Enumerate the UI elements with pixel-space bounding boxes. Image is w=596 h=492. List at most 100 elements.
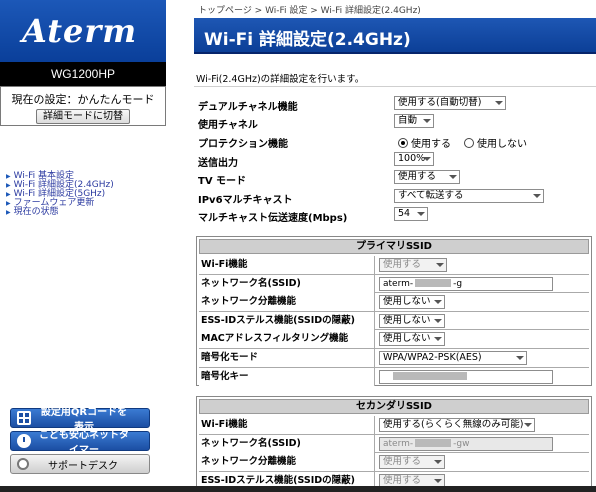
row-value: 使用する — [376, 256, 589, 274]
primary-wifi-select: 使用する — [379, 258, 447, 272]
sidebar-nav: ▶ Wi-Fi 基本設定 ▶ Wi-Fi 詳細設定(2.4GHz) ▶ Wi-Fi 詳… — [6, 172, 114, 217]
model-name: WG1200HP — [0, 62, 166, 86]
multicast-rate-select[interactable]: 54 — [394, 207, 428, 221]
router-settings-page: Aterm WG1200HP 現在の設定：かんたんモード 詳細モードに切替 ▶ W… — [0, 0, 596, 492]
primary-key-input[interactable] — [379, 369, 553, 384]
chevron-down-icon — [449, 175, 457, 179]
chevron-down-icon — [495, 101, 503, 105]
nav-label: 現在の状態 — [13, 207, 59, 217]
timer-icon — [17, 434, 31, 448]
table-row: ネットワーク名(SSID) aterm- -gw — [199, 434, 589, 454]
taskbar-edge — [0, 486, 596, 492]
table-row: 暗号化キー — [199, 367, 589, 387]
page-header: Wi-Fi 詳細設定(2.4GHz) — [194, 18, 596, 54]
setting-label: デュアルチャネル機能 — [198, 102, 298, 113]
primary-isolation-select[interactable]: 使用しない — [379, 295, 445, 310]
primary-mac-filter-select[interactable]: 使用しない — [379, 332, 445, 347]
secondary-ssid-title: セカンダリSSID — [199, 399, 589, 414]
table-row: ネットワーク名(SSID) aterm- -g — [199, 274, 589, 294]
secondary-isolation-select: 使用する — [379, 455, 445, 470]
setting-label: マルチキャスト伝送速度(Mbps) — [198, 213, 348, 224]
chevron-down-icon — [533, 194, 541, 198]
chevron-down-icon — [516, 355, 524, 360]
bullet-icon: ▶ — [6, 191, 11, 198]
row-value: 使用する — [376, 453, 589, 471]
setting-ipv6-multicast: IPv6マルチキャスト すべて転送する — [198, 189, 594, 206]
breadcrumb[interactable]: トップページ > Wi-Fi 設定 > Wi-Fi 詳細設定(2.4GHz) — [198, 3, 421, 16]
select-value: 自動 — [398, 115, 418, 126]
chevron-down-icon — [524, 423, 532, 427]
row-label: 暗号化モード — [199, 348, 375, 367]
setting-multicast-rate: マルチキャスト伝送速度(Mbps) 54 — [198, 207, 594, 224]
page-title: Wi-Fi 詳細設定(2.4GHz) — [204, 30, 411, 50]
row-label: ネットワーク分離機能 — [199, 453, 375, 472]
secondary-wifi-select[interactable]: 使用する(らくらく無線のみ可能) — [379, 418, 535, 432]
select-value: WPA/WPA2-PSK(AES) — [383, 351, 482, 363]
select-value: 使用する — [398, 171, 437, 182]
net-timer-button[interactable]: こども安心ネットタイマー — [10, 430, 150, 456]
primary-encryption-select[interactable]: WPA/WPA2-PSK(AES) — [379, 350, 527, 365]
bullet-icon: ▶ — [6, 173, 11, 180]
row-label: ネットワーク名(SSID) — [199, 434, 375, 453]
primary-ssid-input[interactable]: aterm- -g — [379, 276, 553, 291]
primary-ssid-title: プライマリSSID — [199, 239, 589, 254]
dual-channel-select[interactable]: 使用する(自動切替) — [394, 96, 506, 110]
chevron-down-icon — [417, 212, 425, 216]
support-desk-button[interactable]: サポートデスク — [10, 454, 150, 474]
protection-on-radio[interactable]: 使用する — [398, 135, 451, 150]
secondary-ssid-input: aterm- -gw — [379, 436, 553, 451]
table-row: Wi-Fi機能 使用する(らくらく無線のみ可能) — [199, 416, 589, 435]
chevron-down-icon — [434, 337, 442, 342]
ssid-prefix: aterm- — [383, 438, 414, 449]
tx-power-select[interactable]: 100% — [394, 152, 434, 166]
setting-label: TV モード — [198, 176, 247, 187]
chevron-down-icon — [436, 263, 444, 267]
current-mode-label: 現在の設定：かんたんモード — [11, 93, 155, 106]
select-value: 使用する — [383, 474, 422, 486]
row-label: MACアドレスフィルタリング機能 — [199, 330, 375, 349]
table-row: MACアドレスフィルタリング機能 使用しない — [199, 330, 589, 349]
select-value: 使用する — [383, 456, 422, 468]
protection-off-radio[interactable]: 使用しない — [464, 135, 527, 150]
radio-dot — [398, 137, 408, 148]
select-value: 使用する(らくらく無線のみ可能) — [383, 419, 524, 430]
row-label: Wi-Fi機能 — [199, 256, 375, 274]
aterm-logo[interactable]: Aterm — [0, 0, 166, 62]
select-value: 54 — [398, 208, 411, 219]
radio-label: 使用する — [411, 139, 451, 150]
show-qr-button[interactable]: 設定用QRコードを表示 — [10, 407, 150, 433]
row-label: ESS-IDステルス機能(SSIDの隠蔽) — [199, 311, 375, 330]
divider — [194, 86, 596, 87]
logo-text: Aterm — [22, 12, 138, 50]
select-value: 100% — [398, 153, 426, 164]
nav-status[interactable]: ▶ 現在の状態 — [6, 208, 114, 217]
qr-code-icon — [17, 411, 31, 425]
switch-mode-button[interactable]: 詳細モードに切替 — [36, 109, 130, 124]
radio-dot — [464, 137, 474, 148]
bullet-icon: ▶ — [6, 200, 11, 207]
redacted-block — [415, 279, 452, 288]
chevron-down-icon — [434, 460, 442, 465]
row-value: aterm- -gw — [376, 435, 589, 453]
row-value: 使用しない — [376, 293, 589, 311]
channel-select[interactable]: 自動 — [394, 114, 434, 128]
redacted-block — [393, 372, 467, 381]
select-value: 使用する — [383, 259, 422, 270]
table-row: ネットワーク分離機能 使用しない — [199, 293, 589, 312]
mode-box: 現在の設定：かんたんモード 詳細モードに切替 — [0, 86, 166, 126]
ipv6-multicast-select[interactable]: すべて転送する — [394, 189, 544, 203]
net-timer-label: こども安心ネットタイマー — [39, 430, 129, 456]
select-value: すべて転送する — [398, 190, 464, 201]
page-description: Wi-Fi(2.4GHz)の詳細設定を行います。 — [196, 74, 365, 85]
table-row: ESS-IDステルス機能(SSIDの隠蔽) 使用しない — [199, 311, 589, 331]
ssid-suffix: -g — [453, 278, 463, 289]
bullet-icon: ▶ — [6, 182, 11, 189]
row-label: ネットワーク分離機能 — [199, 293, 375, 312]
row-label: ネットワーク名(SSID) — [199, 274, 375, 293]
table-row: 暗号化モード WPA/WPA2-PSK(AES) — [199, 348, 589, 368]
secondary-ssid-table: セカンダリSSID Wi-Fi機能 使用する(らくらく無線のみ可能) ネットワー… — [196, 396, 592, 490]
tv-mode-select[interactable]: 使用する — [394, 170, 460, 184]
row-value: 使用しない — [376, 330, 589, 348]
primary-stealth-select[interactable]: 使用しない — [379, 313, 445, 328]
setting-tx-power: 送信出力 100% — [198, 152, 594, 169]
